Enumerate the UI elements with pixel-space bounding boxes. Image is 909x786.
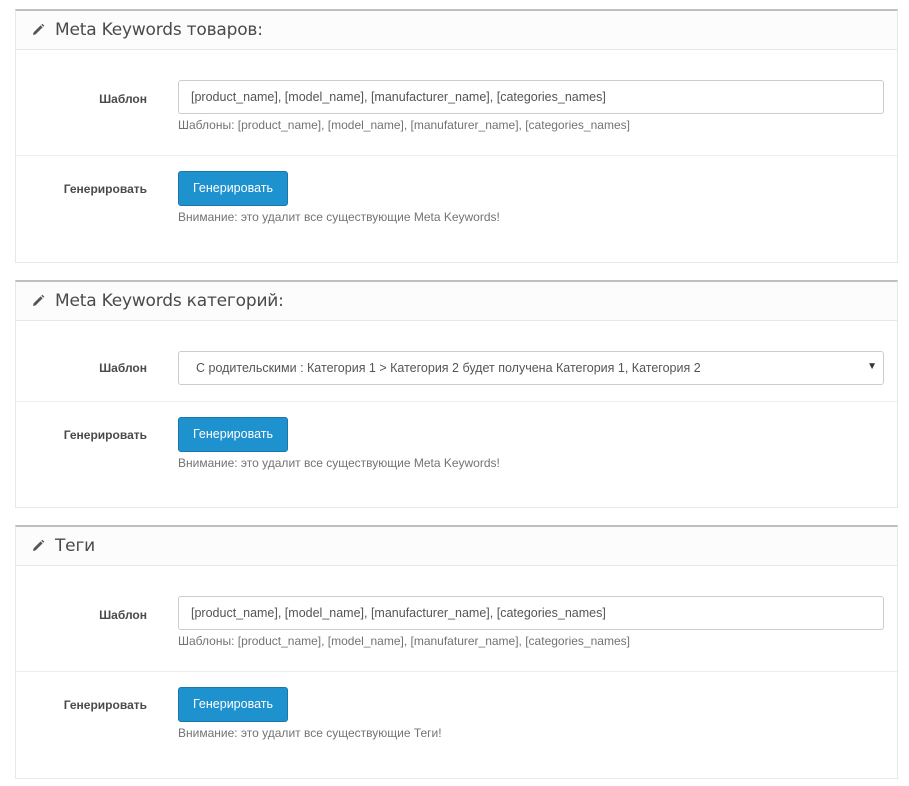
generate-control: Генерировать Внимание: это удалит все су… <box>178 417 500 470</box>
generate-control: Генерировать Внимание: это удалит все су… <box>178 171 500 224</box>
template-row: Шаблон Шаблоны: [product_name], [model_n… <box>16 50 897 156</box>
template-input[interactable] <box>178 80 884 114</box>
panel-heading: Теги <box>16 527 897 566</box>
template-row: Шаблон Шаблоны: [product_name], [model_n… <box>16 566 897 672</box>
generate-warning: Внимание: это удалит все существующие Me… <box>178 210 500 224</box>
template-control: Шаблоны: [product_name], [model_name], [… <box>178 596 884 648</box>
tags-panel: Теги Шаблон Шаблоны: [product_name], [mo… <box>15 525 898 779</box>
generate-label: Генерировать <box>63 698 147 712</box>
meta-keywords-products-panel: Meta Keywords товаров: Шаблон Шаблоны: [… <box>15 9 898 263</box>
panel-title: Теги <box>55 536 96 556</box>
generate-control: Генерировать Внимание: это удалит все су… <box>178 687 442 740</box>
panel-heading: Meta Keywords товаров: <box>16 11 897 50</box>
generate-label: Генерировать <box>63 182 147 196</box>
template-control: Шаблоны: [product_name], [model_name], [… <box>178 80 884 132</box>
template-input[interactable] <box>178 596 884 630</box>
template-label: Шаблон <box>99 361 147 375</box>
generate-warning: Внимание: это удалит все существующие Me… <box>178 456 500 470</box>
generate-row: Генерировать Генерировать Внимание: это … <box>16 156 897 262</box>
template-row: Шаблон С родительскими : Категория 1 > К… <box>16 321 897 402</box>
generate-warning: Внимание: это удалит все существующие Те… <box>178 726 442 740</box>
generate-row: Генерировать Генерировать Внимание: это … <box>16 402 897 508</box>
template-select-value: С родительскими : Категория 1 > Категори… <box>196 361 701 375</box>
template-help: Шаблоны: [product_name], [model_name], [… <box>178 118 630 132</box>
generate-button[interactable]: Генерировать <box>178 171 288 206</box>
panel-heading: Meta Keywords категорий: <box>16 282 897 321</box>
meta-keywords-categories-panel: Meta Keywords категорий: Шаблон С родите… <box>15 280 898 508</box>
pencil-icon <box>31 23 45 37</box>
generate-label: Генерировать <box>63 428 147 442</box>
panel-title: Meta Keywords категорий: <box>55 291 284 311</box>
pencil-icon <box>31 294 45 308</box>
caret-down-icon: ▼ <box>867 361 877 372</box>
generate-row: Генерировать Генерировать Внимание: это … <box>16 672 897 778</box>
template-control: С родительскими : Категория 1 > Категори… <box>178 351 884 385</box>
template-label: Шаблон <box>99 92 147 106</box>
template-help: Шаблоны: [product_name], [model_name], [… <box>178 634 630 648</box>
generate-button[interactable]: Генерировать <box>178 687 288 722</box>
template-select[interactable]: С родительскими : Категория 1 > Категори… <box>178 351 884 385</box>
panel-title: Meta Keywords товаров: <box>55 20 263 40</box>
template-label: Шаблон <box>99 608 147 622</box>
generate-button[interactable]: Генерировать <box>178 417 288 452</box>
pencil-icon <box>31 539 45 553</box>
